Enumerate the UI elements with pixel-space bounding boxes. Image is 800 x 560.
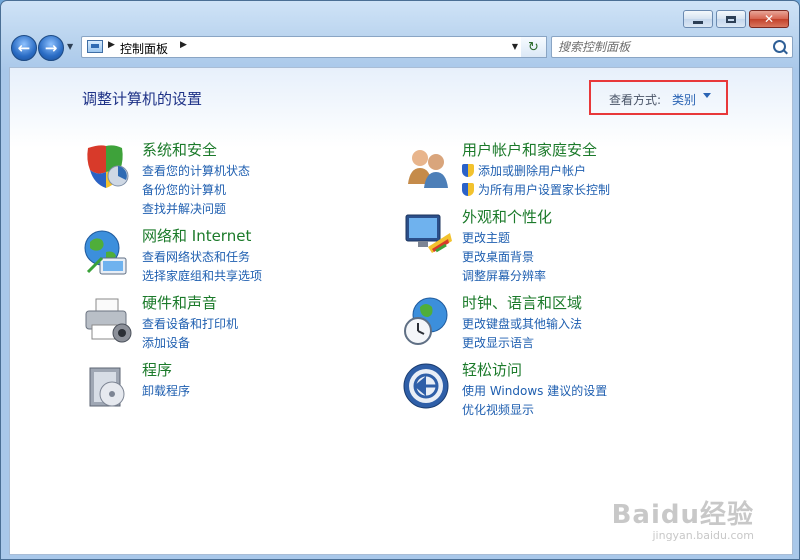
uac-shield-icon <box>462 183 474 196</box>
category-links: 查看网络状态和任务 选择家庭组和共享选项 <box>142 248 262 286</box>
category-title[interactable]: 时钟、语言和区域 <box>462 292 582 313</box>
page-title: 调整计算机的设置 <box>82 90 203 108</box>
printer-hardware-icon <box>85 298 132 343</box>
link-change-display-language[interactable]: 更改显示语言 <box>462 334 582 353</box>
baidu-watermark: Baidu经验 jingyan.baidu.com <box>612 494 754 542</box>
link-adjust-resolution[interactable]: 调整屏幕分辨率 <box>462 267 546 286</box>
category-title[interactable]: 程序 <box>142 359 172 380</box>
category-links: 使用 Windows 建议的设置 优化视频显示 <box>462 382 607 420</box>
breadcrumb-separator-icon[interactable]: ▶ <box>180 40 187 50</box>
refresh-button[interactable]: ↻ <box>521 36 547 58</box>
search-icon[interactable] <box>773 40 786 53</box>
category-title[interactable]: 用户帐户和家庭安全 <box>462 139 597 160</box>
programs-box-icon <box>89 367 125 407</box>
back-button[interactable]: ← <box>11 35 37 61</box>
link-uninstall-program[interactable]: 卸载程序 <box>142 382 190 401</box>
maximize-icon <box>726 15 736 23</box>
link-view-computer-status[interactable]: 查看您的计算机状态 <box>142 162 250 181</box>
uac-shield-icon <box>462 164 474 177</box>
breadcrumb-separator-icon[interactable]: ▶ <box>108 40 115 50</box>
control-panel-window: ✕ ← → ▼ ▶ 控制面板 ▶ ▼ ↻ 调整计算机的设置 查看方式: 类别 <box>0 0 800 560</box>
refresh-icon: ↻ <box>528 39 539 55</box>
link-optimize-video[interactable]: 优化视频显示 <box>462 401 607 420</box>
address-bar[interactable]: ▶ 控制面板 ▶ ▼ <box>81 36 525 58</box>
view-by-selector: 查看方式: 类别 <box>589 80 728 115</box>
link-change-keyboard[interactable]: 更改键盘或其他输入法 <box>462 315 582 334</box>
forward-button[interactable]: → <box>38 35 64 61</box>
category-links: 查看设备和打印机 添加设备 <box>142 315 238 353</box>
link-backup-computer[interactable]: 备份您的计算机 <box>142 181 250 200</box>
category-title[interactable]: 网络和 Internet <box>142 225 251 246</box>
chevron-down-icon[interactable] <box>703 93 711 98</box>
link-add-remove-accounts[interactable]: 添加或删除用户帐户 <box>462 162 610 181</box>
category-links: 卸载程序 <box>142 382 190 401</box>
caption-buttons: ✕ <box>683 10 789 28</box>
link-add-device[interactable]: 添加设备 <box>142 334 238 353</box>
category-links: 更改主题 更改桌面背景 调整屏幕分辨率 <box>462 229 546 286</box>
minimize-icon <box>693 20 703 24</box>
view-by-value[interactable]: 类别 <box>672 91 696 108</box>
breadcrumb-control-panel[interactable]: 控制面板 <box>120 40 168 57</box>
watermark-logo-text: Baidu经验 <box>611 500 754 530</box>
back-arrow-icon: ← <box>17 39 31 57</box>
globe-network-icon <box>84 230 127 275</box>
navigation-bar: ← → ▼ ▶ 控制面板 ▶ ▼ ↻ <box>9 33 793 61</box>
monitor-palette-icon <box>405 214 452 253</box>
maximize-button[interactable] <box>716 10 746 28</box>
ease-of-access-icon <box>403 363 449 409</box>
recent-pages-dropdown[interactable]: ▼ <box>67 42 73 51</box>
category-title[interactable]: 轻松访问 <box>462 359 522 380</box>
category-title[interactable]: 硬件和声音 <box>142 292 217 313</box>
link-parental-controls[interactable]: 为所有用户设置家长控制 <box>462 181 610 200</box>
link-troubleshoot[interactable]: 查找并解决问题 <box>142 200 250 219</box>
main-content: 调整计算机的设置 查看方式: 类别 系统和安全 查看您的计算机状态 备份您的计算… <box>9 67 793 555</box>
category-links: 添加或删除用户帐户 为所有用户设置家长控制 <box>462 162 610 200</box>
address-dropdown-icon[interactable]: ▼ <box>512 42 518 51</box>
link-recommended-settings[interactable]: 使用 Windows 建议的设置 <box>462 382 607 401</box>
forward-arrow-icon: → <box>44 39 58 57</box>
search-box[interactable] <box>551 36 793 58</box>
link-devices-printers[interactable]: 查看设备和打印机 <box>142 315 238 334</box>
link-text: 为所有用户设置家长控制 <box>478 183 611 197</box>
link-change-theme[interactable]: 更改主题 <box>462 229 546 248</box>
globe-clock-icon <box>404 297 448 345</box>
control-panel-icon <box>87 40 103 53</box>
close-icon: ✕ <box>763 12 775 26</box>
link-change-background[interactable]: 更改桌面背景 <box>462 248 546 267</box>
link-homegroup-sharing[interactable]: 选择家庭组和共享选项 <box>142 267 262 286</box>
minimize-button[interactable] <box>683 10 713 28</box>
users-icon <box>408 150 448 188</box>
search-input[interactable] <box>558 39 758 55</box>
category-title[interactable]: 系统和安全 <box>142 139 217 160</box>
view-by-label: 查看方式: <box>609 93 662 107</box>
link-text: 添加或删除用户帐户 <box>478 164 587 178</box>
shield-security-icon <box>87 145 129 188</box>
category-links: 查看您的计算机状态 备份您的计算机 查找并解决问题 <box>142 162 250 219</box>
category-links: 更改键盘或其他输入法 更改显示语言 <box>462 315 582 353</box>
link-view-network-status[interactable]: 查看网络状态和任务 <box>142 248 262 267</box>
close-button[interactable]: ✕ <box>749 10 789 28</box>
category-title[interactable]: 外观和个性化 <box>462 206 552 227</box>
